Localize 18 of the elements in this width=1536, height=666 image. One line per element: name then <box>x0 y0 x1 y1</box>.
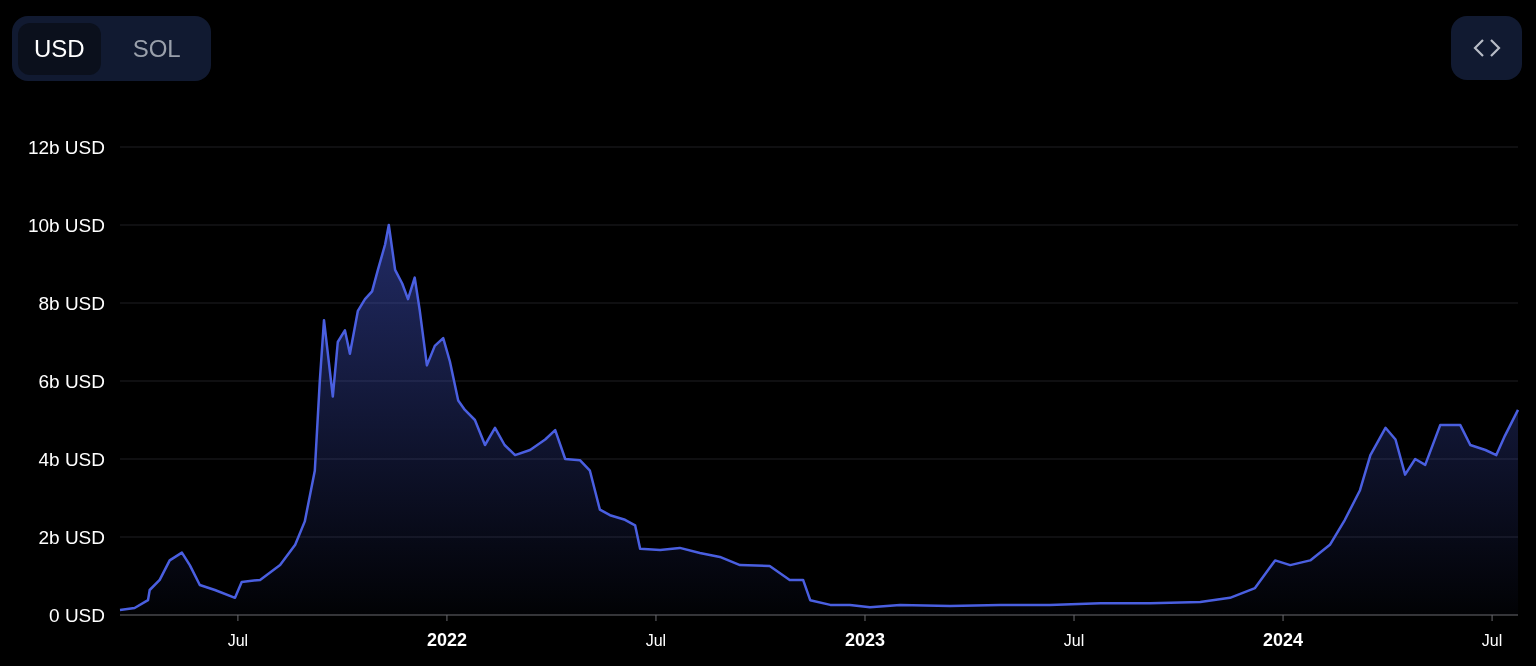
currency-tab[interactable]: USD <box>18 22 101 75</box>
x-axis-label: Jul <box>645 632 667 649</box>
embed-button[interactable] <box>1451 16 1522 80</box>
y-axis-label: 4b USD <box>38 449 105 470</box>
x-axis-label: Jul <box>1481 632 1503 649</box>
x-axis-label: Jul <box>227 632 249 649</box>
x-axis-label: 2023 <box>844 630 885 650</box>
x-axis-label: 2024 <box>1263 630 1304 650</box>
code-icon <box>1472 38 1501 58</box>
currency-tab[interactable]: SOL <box>108 22 205 75</box>
y-axis-label: 10b USD <box>27 215 105 236</box>
y-axis-label: 2b USD <box>38 527 105 548</box>
y-axis-label: 8b USD <box>38 293 105 314</box>
y-axis-label: 0 USD <box>49 605 105 626</box>
y-axis-label: 12b USD <box>27 137 105 158</box>
x-axis-label: Jul <box>1063 632 1085 649</box>
x-axis-label: 2022 <box>426 630 467 650</box>
y-axis-label: 6b USD <box>38 371 105 392</box>
